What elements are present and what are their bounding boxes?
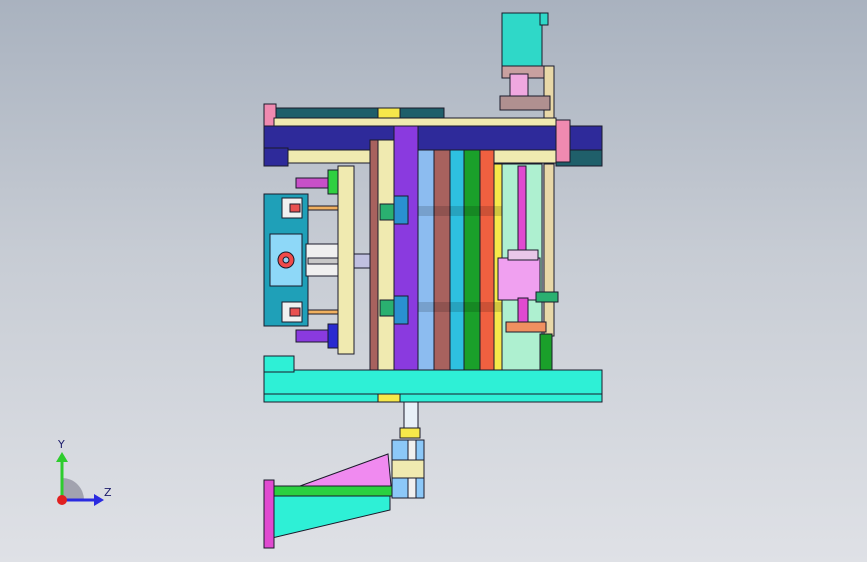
slide-shaft — [517, 297, 529, 325]
cyan-plate — [449, 149, 465, 373]
green-strip-right — [539, 333, 553, 373]
purple-core-plate — [393, 125, 419, 397]
side-clamp — [535, 291, 559, 303]
coordinate-triad: Y Z — [40, 438, 120, 518]
pink-cap-right — [555, 119, 571, 163]
blue-insert-bottom — [393, 295, 409, 325]
mold-assembly-model[interactable] — [0, 0, 867, 562]
light-blue-plate — [417, 149, 435, 373]
yellow-support-plate — [337, 165, 355, 355]
slide-block — [497, 257, 541, 301]
brown-plate — [433, 149, 451, 373]
bracket-lower — [499, 95, 551, 111]
cad-viewport[interactable]: Y Z — [0, 0, 867, 562]
triad-axes — [56, 452, 104, 506]
green-plate — [463, 149, 481, 373]
magenta-end-plate — [263, 479, 275, 549]
cyan-wedge — [271, 495, 391, 539]
bracket-vertical — [543, 65, 555, 121]
base-bottom-strip — [263, 393, 603, 403]
cyan-base — [263, 369, 603, 397]
ejector-coupling — [399, 427, 421, 439]
coupling-pink — [509, 73, 529, 97]
orange-plate — [479, 149, 495, 373]
piston-nut — [351, 253, 371, 269]
cyan-base-upper-left — [263, 355, 295, 373]
navy-plate-lower-left — [263, 147, 289, 167]
top-rail-yellow — [377, 107, 401, 119]
blue-insert-top — [393, 195, 409, 225]
navy-plate — [263, 125, 603, 151]
motor-flange — [539, 12, 549, 26]
cream-plate-mid — [377, 139, 395, 381]
right-post — [543, 163, 555, 337]
green-push-bar — [271, 485, 393, 497]
orange-stop — [505, 321, 547, 333]
y-axis-label: Y — [58, 438, 65, 451]
servo-motor — [501, 12, 543, 70]
z-axis-label: Z — [104, 486, 112, 499]
magenta-rod — [517, 165, 527, 253]
